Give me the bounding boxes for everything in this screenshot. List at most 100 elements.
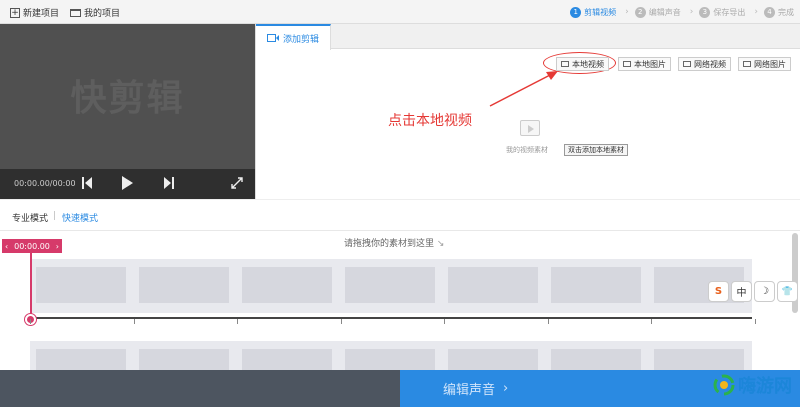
step-number: 4 xyxy=(764,6,775,18)
my-projects-button[interactable]: 我的项目 xyxy=(70,6,120,19)
image-icon xyxy=(743,61,751,67)
time-ruler xyxy=(30,317,752,319)
curved-arrow-icon: ↘ xyxy=(436,239,445,249)
playhead-time-label: ‹ 00:00.00 › xyxy=(2,239,62,253)
tooltip: 双击添加本地素材 xyxy=(564,144,628,156)
ruler-tick xyxy=(444,319,445,324)
local-image-button[interactable]: 本地图片 xyxy=(618,57,671,71)
video-camera-icon xyxy=(266,34,279,42)
tab-label: 添加剪辑 xyxy=(282,34,319,45)
step-label: 保存导出 xyxy=(713,7,746,17)
step-edit-audio[interactable]: 2 编辑声音 › xyxy=(634,6,694,18)
step-done[interactable]: 4 完成 xyxy=(764,6,794,18)
sogou-logo-icon[interactable]: S xyxy=(708,281,729,302)
film-frame xyxy=(551,267,641,303)
bottom-bar: 编辑声音 › xyxy=(0,370,800,407)
film-frame xyxy=(36,267,126,303)
film-frame xyxy=(345,267,435,303)
image-icon xyxy=(623,61,631,67)
chevron-right-icon: › xyxy=(503,381,509,396)
panel-tabbar: 添加剪辑 xyxy=(256,24,800,50)
film-frame xyxy=(139,267,229,303)
film-frame xyxy=(654,349,744,370)
playhead-line[interactable] xyxy=(30,243,32,319)
mode-separator: | xyxy=(53,211,57,221)
time-display: 00:00.00/00:00.0 xyxy=(14,179,76,188)
film-frame xyxy=(551,349,641,370)
top-toolbar: + 新建项目 我的项目 1 剪辑视频 › 2 编辑声音 › 3 保存导出 › 4… xyxy=(0,0,800,24)
audio-track[interactable] xyxy=(30,341,752,370)
ruler-tick xyxy=(133,319,135,324)
film-frame xyxy=(139,349,229,370)
film-frame xyxy=(242,267,332,303)
web-video-button[interactable]: 网络视频 xyxy=(678,57,731,71)
step-number: 2 xyxy=(634,6,646,18)
new-project-label: 新建项目 xyxy=(23,9,60,19)
timeline: 请拖拽你的素材到这里 ↘ ‹ 00:00.00 › xyxy=(0,231,800,370)
pro-mode-tab[interactable]: 专业模式 xyxy=(12,211,48,224)
next-step-label: 编辑声音 xyxy=(443,383,496,398)
film-frame xyxy=(448,267,538,303)
skip-forward-icon[interactable] xyxy=(164,177,174,189)
material-label: 我的视频素材 xyxy=(506,146,548,154)
folder-icon xyxy=(70,8,81,17)
plus-icon: + xyxy=(10,7,20,18)
film-frame xyxy=(448,349,538,370)
chevron-right-icon: › xyxy=(689,7,694,17)
step-progress: 1 剪辑视频 › 2 编辑声音 › 3 保存导出 › 4 完成 xyxy=(570,0,800,24)
chevron-right-icon: › xyxy=(55,241,59,251)
film-frame xyxy=(242,349,332,370)
step-label: 完成 xyxy=(778,7,794,17)
chevron-right-icon: › xyxy=(754,7,758,17)
video-preview: 快剪辑 00:00.00/00:00.0 xyxy=(0,24,255,199)
chevron-right-icon: › xyxy=(625,7,629,17)
moon-icon[interactable]: ☽ xyxy=(754,281,775,302)
ruler-tick xyxy=(754,319,756,324)
player-controls: 00:00.00/00:00.0 xyxy=(0,169,255,199)
film-frame xyxy=(36,349,126,370)
step-number: 3 xyxy=(699,6,711,18)
annotation-arrow xyxy=(489,71,558,107)
web-image-button[interactable]: 网络图片 xyxy=(738,57,791,71)
step-edit-video[interactable]: 1 剪辑视频 › xyxy=(570,6,629,18)
site-logo: 嗨游网 xyxy=(713,372,792,398)
ruler-tick xyxy=(237,319,238,324)
button-label: 本地图片 xyxy=(634,59,666,69)
button-label: 网络图片 xyxy=(754,59,786,69)
drop-hint-text: 请拖拽你的素材到这里 xyxy=(344,239,435,249)
new-project-button[interactable]: + 新建项目 xyxy=(10,6,59,19)
video-track[interactable] xyxy=(30,259,752,313)
chevron-left-icon: ‹ xyxy=(5,241,9,251)
button-label: 网络视频 xyxy=(694,59,726,69)
step-label: 剪辑视频 xyxy=(584,7,617,17)
ime-mode-button[interactable]: 中 xyxy=(731,281,752,302)
annotation-text: 点击本地视频 xyxy=(388,113,472,129)
video-material-icon[interactable] xyxy=(520,120,540,136)
shirt-icon[interactable]: 👕 xyxy=(777,281,798,302)
ruler-tick xyxy=(547,319,549,324)
quick-mode-tab[interactable]: 快速模式 xyxy=(62,211,98,224)
skip-back-icon[interactable] xyxy=(82,177,92,189)
playhead-time: 00:00.00 xyxy=(14,241,50,251)
app-watermark: 快剪辑 xyxy=(70,78,185,119)
ime-toolbar: S 中 ☽ 👕 xyxy=(708,281,800,303)
ruler-tick xyxy=(30,319,31,324)
ruler-tick xyxy=(340,319,342,324)
local-video-button[interactable]: 本地视频 xyxy=(556,57,609,71)
swirl-logo-icon xyxy=(713,374,735,396)
video-icon xyxy=(561,61,569,67)
tab-add-clip[interactable]: 添加剪辑 xyxy=(256,24,331,50)
video-icon xyxy=(683,61,691,67)
drop-hint: 请拖拽你的素材到这里 ↘ xyxy=(344,236,444,249)
fullscreen-icon[interactable] xyxy=(231,177,243,189)
ruler-tick xyxy=(651,319,652,324)
step-number: 1 xyxy=(570,6,582,18)
play-icon[interactable] xyxy=(122,176,133,190)
step-label: 编辑声音 xyxy=(648,7,681,17)
site-logo-text: 嗨游网 xyxy=(738,376,792,397)
step-save-export[interactable]: 3 保存导出 › xyxy=(699,6,758,18)
mode-switch: 专业模式 | 快速模式 xyxy=(0,199,800,231)
my-projects-label: 我的项目 xyxy=(84,9,121,19)
add-clip-panel: 添加剪辑 本地视频 本地图片 网络视频 网络图片 点击本地视频 我的视频素材 双… xyxy=(255,24,800,199)
button-label: 本地视频 xyxy=(572,59,604,69)
